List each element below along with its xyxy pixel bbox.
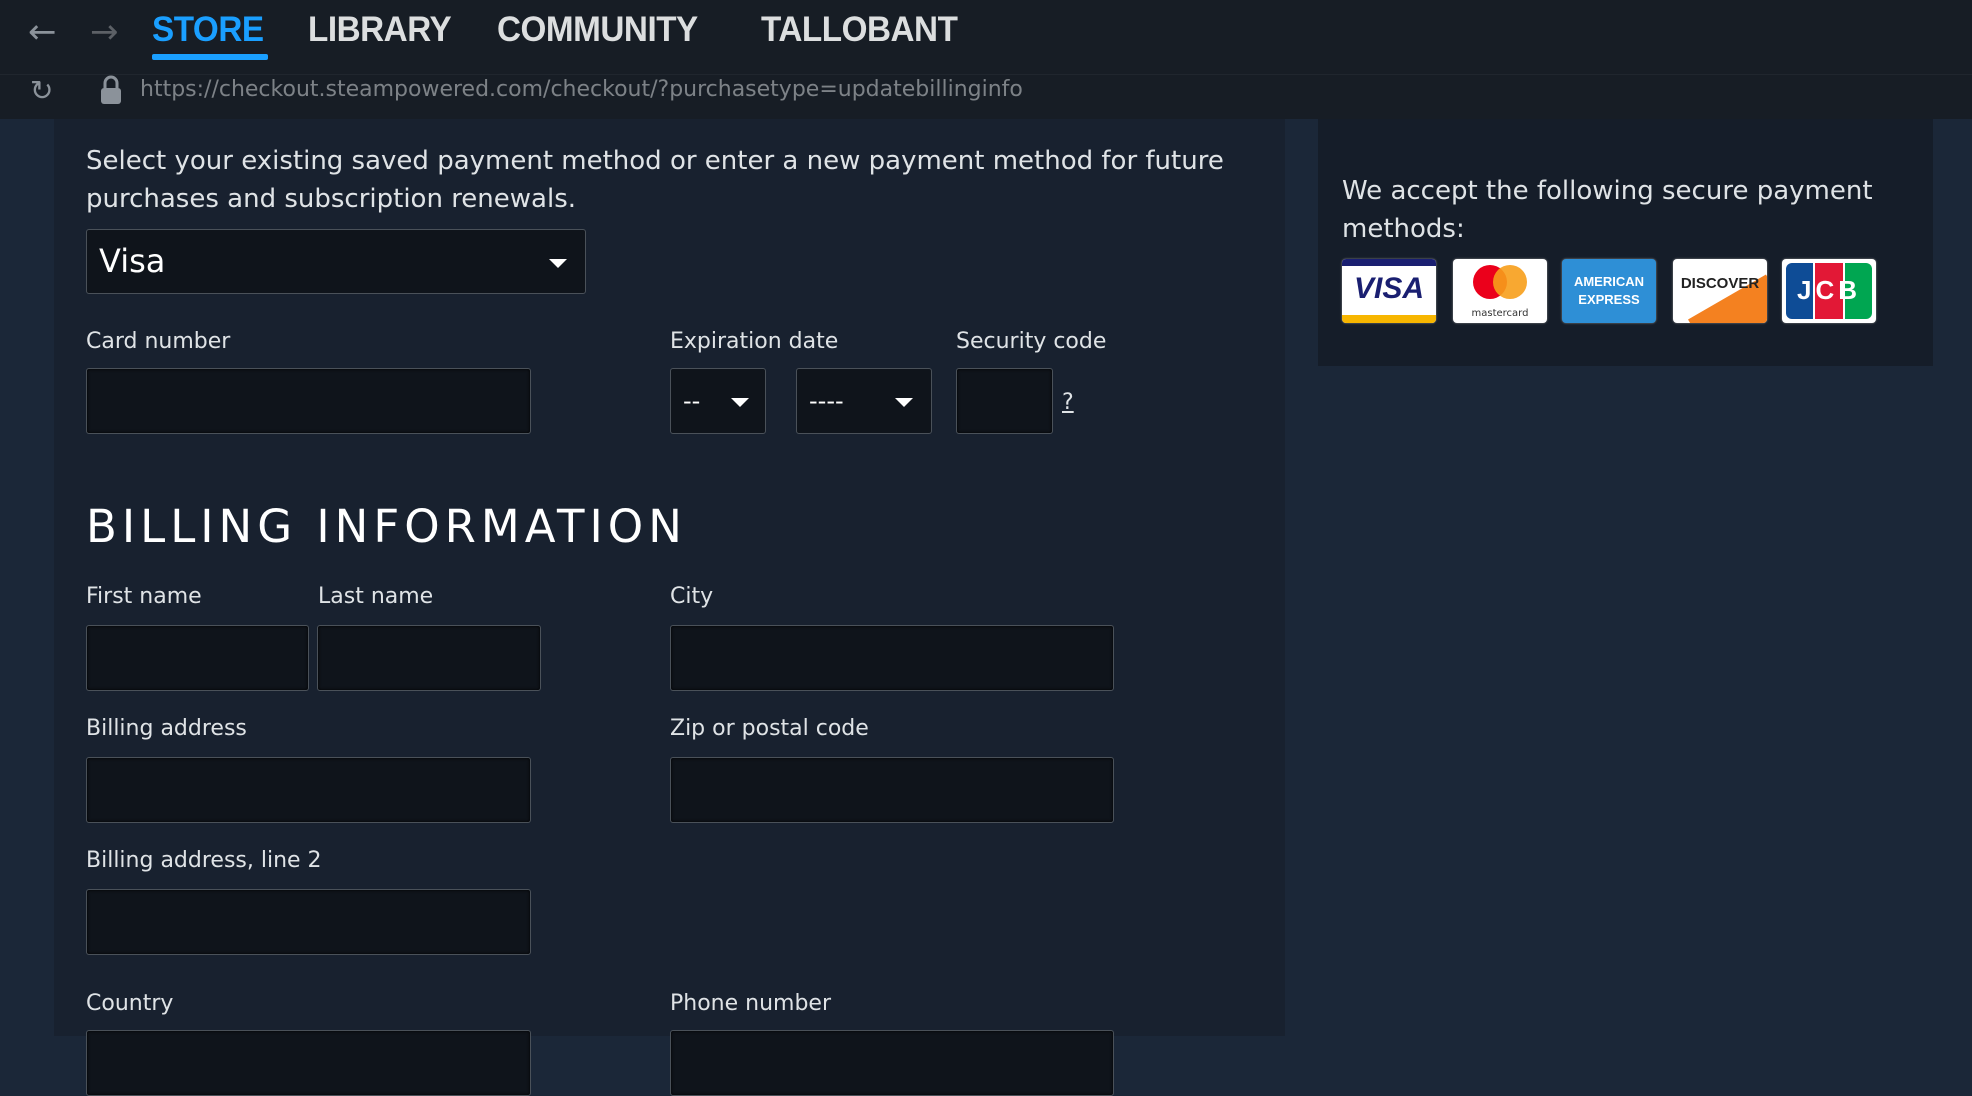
refresh-icon[interactable]: ↻ [30,74,53,107]
back-arrow-icon[interactable]: ← [28,12,57,52]
visa-logo: VISA [1342,259,1436,323]
discover-text: DISCOVER [1673,275,1767,292]
country-label: Country [86,991,173,1016]
city-label: City [670,584,713,609]
billing-address-label: Billing address [86,716,247,741]
discover-logo: DISCOVER [1673,259,1767,323]
mastercard-text: mastercard [1453,308,1547,319]
security-code-label: Security code [956,329,1106,354]
first-name-input[interactable] [86,625,309,691]
exp-year-value: ---- [809,387,844,415]
card-number-label: Card number [86,329,230,354]
country-select[interactable] [86,1030,531,1096]
payment-intro-line2: purchases and subscription renewals. [86,180,576,218]
divider [0,74,1972,75]
jcb-logo: JCB [1782,259,1876,323]
zip-label: Zip or postal code [670,716,869,741]
chevron-down-icon [549,259,567,268]
exp-month-select[interactable]: -- [670,368,766,434]
exp-month-value: -- [683,387,700,415]
billing-address2-label: Billing address, line 2 [86,848,322,873]
url-text[interactable]: https://checkout.steampowered.com/checko… [140,77,1023,102]
top-navigation-bar: ← → STORE LIBRARY COMMUNITY TALLOBANT ↻ … [0,0,1972,119]
security-code-help-link[interactable]: ? [1062,390,1074,415]
phone-input[interactable] [670,1030,1114,1096]
amex-text: AMERICAN EXPRESS [1562,259,1656,323]
payment-method-select[interactable]: Visa [86,229,586,294]
last-name-input[interactable] [317,625,541,691]
city-input[interactable] [670,625,1114,691]
billing-heading: BILLING INFORMATION [86,500,687,553]
jcb-text: JCB [1782,275,1876,306]
security-code-input[interactable] [956,368,1053,434]
expiration-label: Expiration date [670,329,838,354]
billing-address2-input[interactable] [86,889,531,955]
accepted-line2: methods: [1342,210,1465,248]
lock-icon [100,75,122,105]
chevron-down-icon [895,398,913,407]
visa-text: VISA [1342,272,1436,306]
exp-year-select[interactable]: ---- [796,368,932,434]
tab-community[interactable]: COMMUNITY [497,10,698,50]
last-name-label: Last name [318,584,433,609]
card-number-input[interactable] [86,368,531,434]
forward-arrow-icon[interactable]: → [90,12,119,52]
first-name-label: First name [86,584,202,609]
amex-logo: AMERICAN EXPRESS [1562,259,1656,323]
tab-profile[interactable]: TALLOBANT [761,10,957,50]
payment-intro-line1: Select your existing saved payment metho… [86,142,1224,180]
zip-input[interactable] [670,757,1114,823]
active-tab-underline [152,54,268,60]
accepted-line1: We accept the following secure payment [1342,172,1873,210]
phone-label: Phone number [670,991,831,1016]
chevron-down-icon [731,398,749,407]
payment-method-value: Visa [99,242,165,280]
billing-address-input[interactable] [86,757,531,823]
tab-library[interactable]: LIBRARY [308,10,451,50]
tab-store[interactable]: STORE [152,10,264,50]
mastercard-logo: mastercard [1453,259,1547,323]
